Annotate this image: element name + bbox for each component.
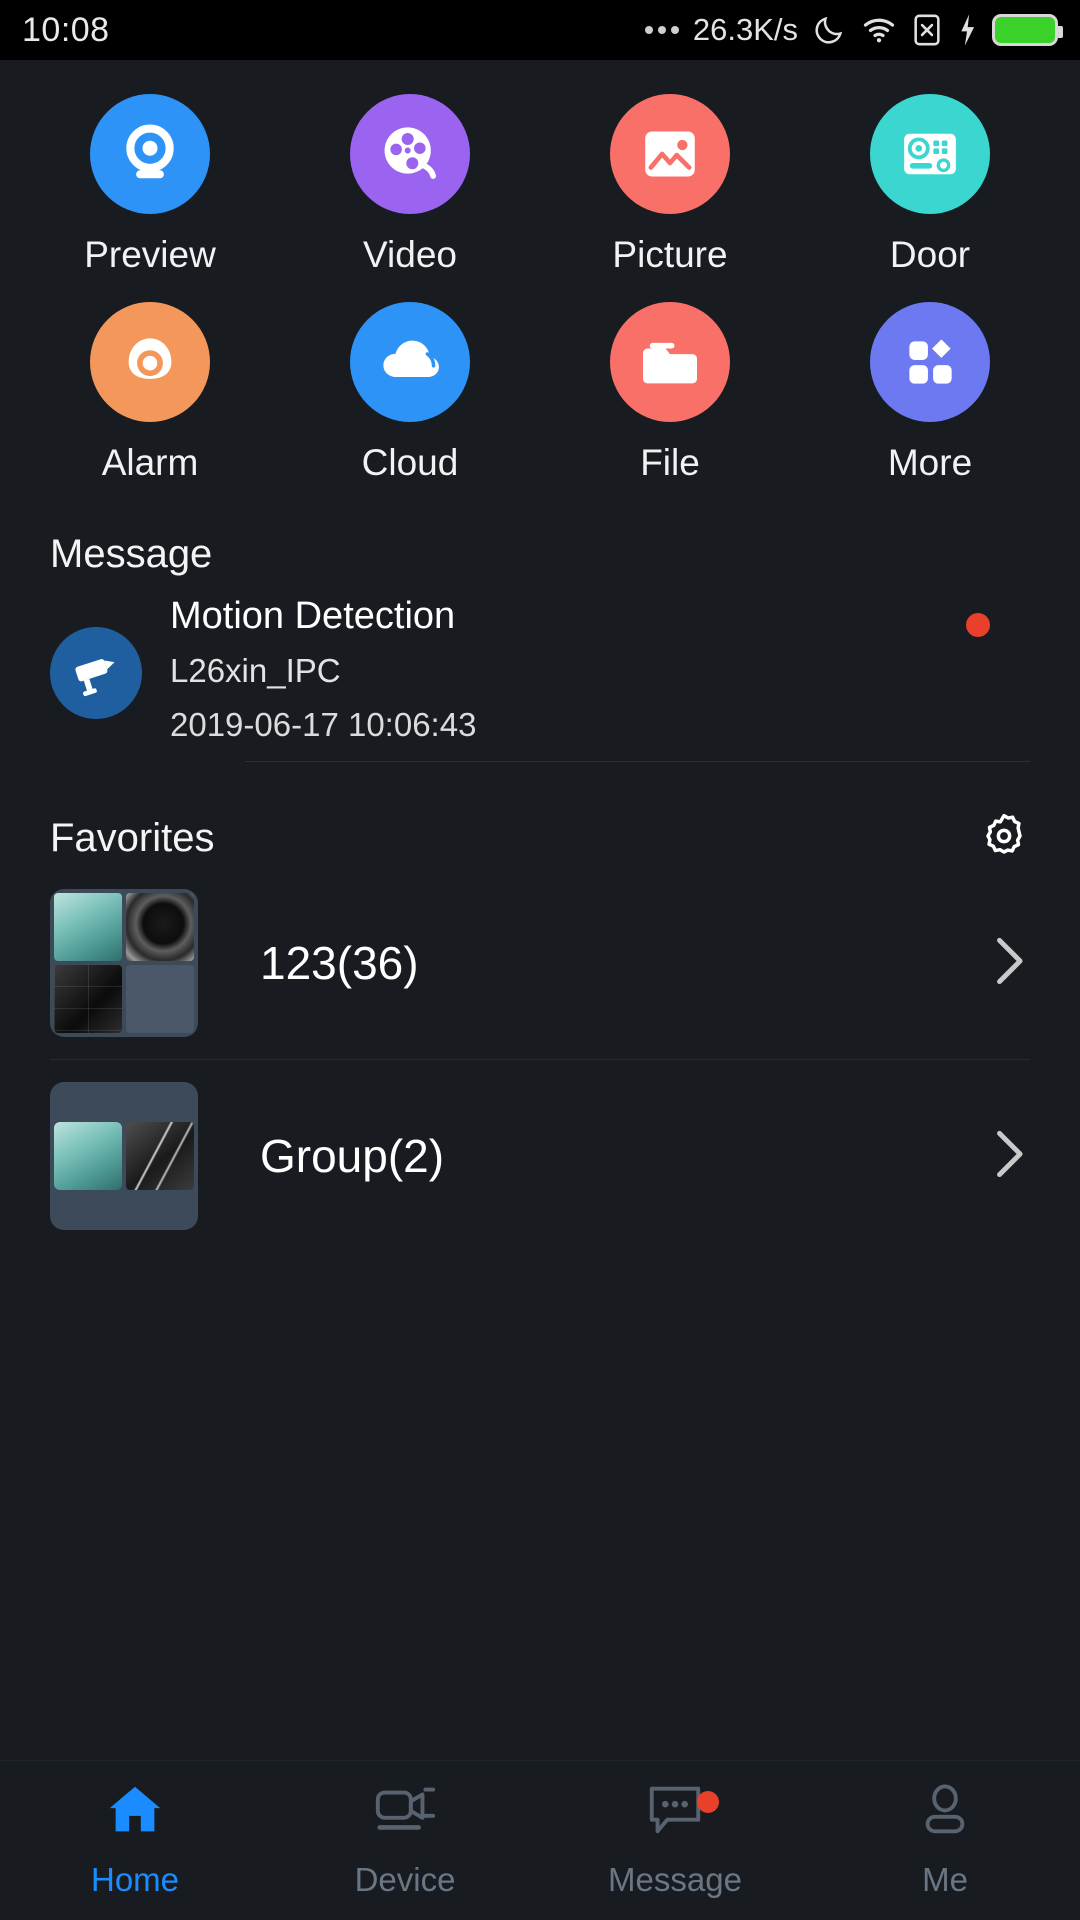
- chevron-right-icon[interactable]: [984, 931, 1030, 996]
- favorite-thumbnail: [50, 1082, 198, 1231]
- nav-label: Message: [608, 1861, 742, 1898]
- battery-icon: [992, 14, 1063, 46]
- shortcut-label: Video: [363, 234, 457, 275]
- message-timestamp: 2019-06-17 10:06:43: [170, 705, 477, 743]
- more-dots-icon: [644, 26, 679, 34]
- dnd-moon-icon: [812, 13, 846, 47]
- favorites-section-title: Favorites: [50, 816, 215, 861]
- shortcut-label: More: [887, 442, 973, 483]
- nav-tab-device[interactable]: Device: [270, 1761, 540, 1920]
- wifi-icon: [860, 13, 898, 47]
- favorite-name: 123(36): [260, 937, 419, 990]
- film-reel-icon: [350, 94, 470, 214]
- shortcut-file[interactable]: File: [540, 302, 800, 484]
- nav-label: Device: [354, 1861, 456, 1898]
- message-item[interactable]: Motion Detection L26xin_IPC 2019-06-17 1…: [0, 577, 1080, 749]
- home-icon: [104, 1782, 166, 1843]
- chevron-right-icon[interactable]: [984, 1124, 1030, 1189]
- intercom-icon: [870, 94, 990, 214]
- favorites-section-header: Favorites: [0, 810, 1080, 867]
- message-badge-dot: [697, 1791, 719, 1813]
- shortcut-label: Door: [889, 234, 971, 275]
- message-unread-dot: [966, 613, 990, 637]
- sim-card-x-icon: [912, 13, 942, 47]
- cctv-camera-icon: [50, 627, 142, 719]
- network-speed-text: 26.3K/s: [692, 12, 798, 47]
- webcam-icon: [90, 94, 210, 214]
- shortcut-picture[interactable]: Picture: [540, 94, 800, 276]
- nav-tab-message[interactable]: Message: [540, 1761, 810, 1920]
- bottom-navigation: Home Device Message Me: [0, 1760, 1080, 1920]
- favorite-name: Group(2): [260, 1130, 445, 1183]
- shortcut-label: Preview: [84, 234, 216, 275]
- nav-tab-me[interactable]: Me: [810, 1761, 1080, 1920]
- shortcut-label: Cloud: [361, 442, 459, 483]
- message-section-header: Message: [0, 532, 1080, 577]
- shortcut-grid: Preview Video Picture Door Alarm Cloud F…: [0, 60, 1080, 484]
- grid-dots-icon: [870, 302, 990, 422]
- nav-label: Me: [922, 1861, 968, 1898]
- shortcut-door[interactable]: Door: [800, 94, 1060, 276]
- shortcut-label: Alarm: [101, 442, 199, 483]
- shortcut-cloud[interactable]: Cloud: [280, 302, 540, 484]
- shortcut-label: File: [640, 442, 700, 483]
- alarm-bell-icon: [90, 302, 210, 422]
- message-text-block: Motion Detection L26xin_IPC 2019-06-17 1…: [170, 591, 476, 749]
- status-bar: 10:08 26.3K/s: [0, 0, 1080, 60]
- message-section-title: Message: [50, 532, 213, 576]
- message-device-name: L26xin_IPC: [170, 652, 341, 690]
- camcorder-icon: [372, 1782, 438, 1843]
- shortcut-preview[interactable]: Preview: [20, 94, 280, 276]
- nav-label: Home: [90, 1861, 180, 1898]
- shortcut-video[interactable]: Video: [280, 94, 540, 276]
- nav-tab-home[interactable]: Home: [0, 1761, 270, 1920]
- image-icon: [610, 94, 730, 214]
- cloud-icon: [350, 302, 470, 422]
- shortcut-more[interactable]: More: [800, 302, 1060, 484]
- chat-bubble-icon: [644, 1782, 706, 1843]
- shortcut-label: Picture: [612, 234, 728, 275]
- favorite-item-1[interactable]: 123(36): [0, 867, 1080, 1059]
- favorite-thumbnail: [50, 889, 198, 1038]
- charging-bolt-icon: [956, 13, 978, 47]
- gear-icon[interactable]: [978, 810, 1030, 867]
- person-icon: [916, 1782, 974, 1843]
- folder-icon: [610, 302, 730, 422]
- favorite-item-2[interactable]: Group(2): [0, 1060, 1080, 1252]
- message-divider: [245, 761, 1030, 763]
- message-title: Motion Detection: [170, 595, 456, 637]
- shortcut-alarm[interactable]: Alarm: [20, 302, 280, 484]
- status-bar-icons: 26.3K/s: [644, 12, 1063, 48]
- status-bar-clock: 10:08: [22, 10, 110, 49]
